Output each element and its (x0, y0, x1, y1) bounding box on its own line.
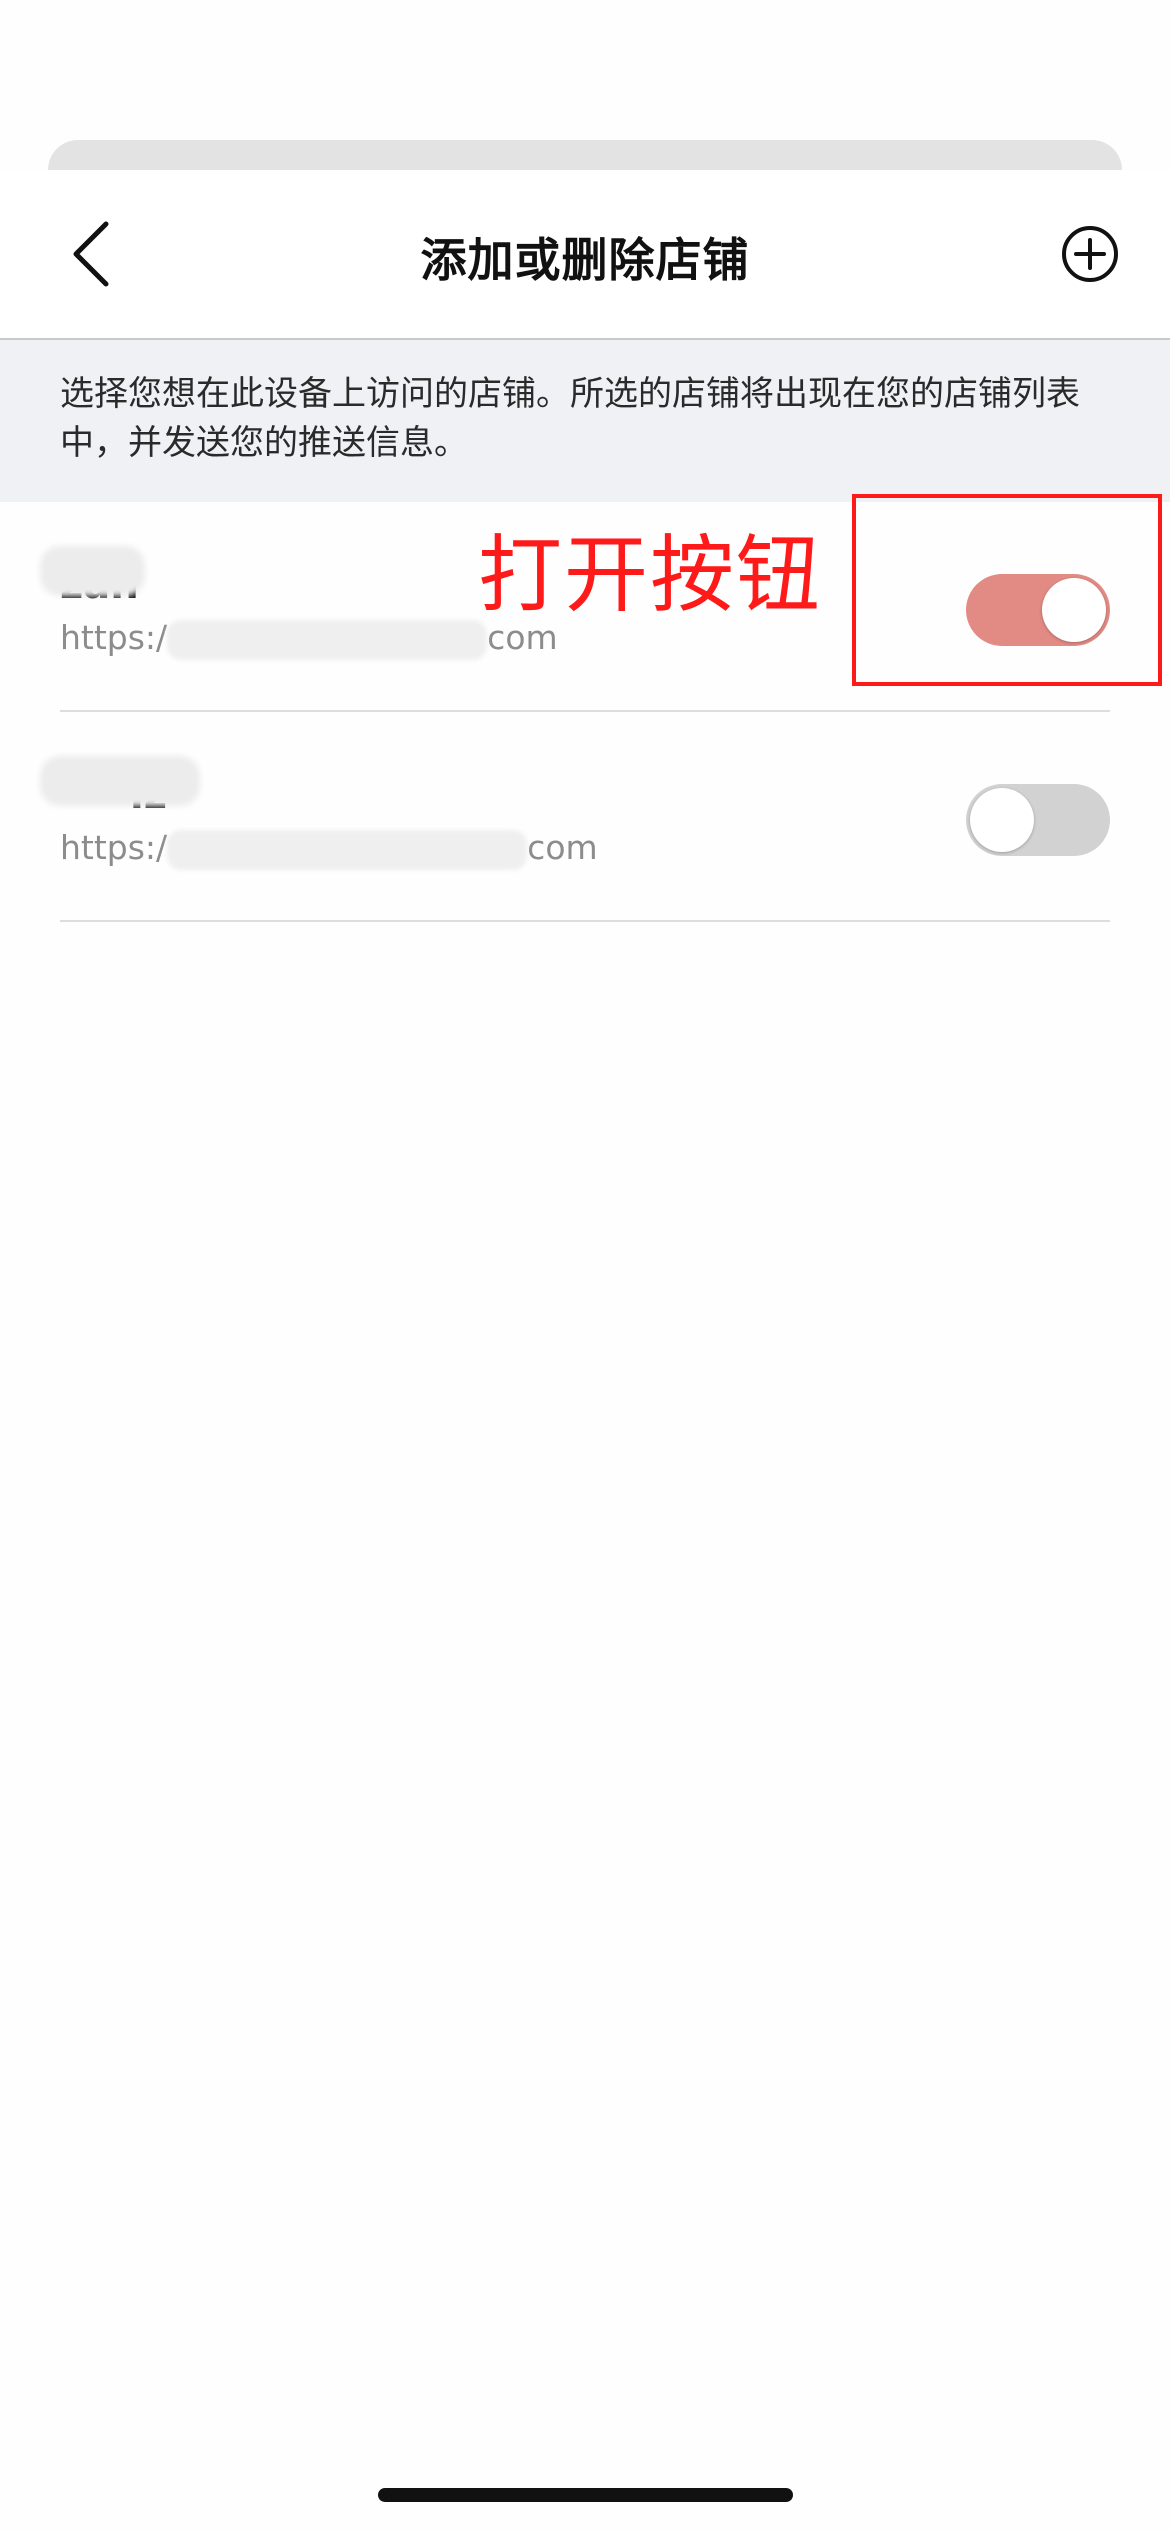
store-row: iz https:/com (0, 714, 1170, 922)
add-store-button[interactable] (1060, 224, 1120, 284)
redacted-url-blur (167, 619, 488, 660)
redacted-url-blur (167, 829, 528, 870)
store-url-prefix: https:/ (60, 618, 168, 657)
page-title: 添加或删除店铺 (420, 233, 750, 287)
info-text: 选择您想在此设备上访问的店铺。所选的店铺将出现在您的店铺列表中，并发送您的推送信… (60, 374, 1080, 463)
divider (60, 920, 1110, 922)
store-row: zan https:/com (0, 504, 1170, 712)
store-url-suffix: com (527, 828, 598, 867)
toggle-knob (970, 788, 1034, 852)
redacted-name-blur (40, 546, 145, 596)
screen: 添加或删除店铺 选择您想在此设备上访问的店铺。所选的店铺将出现在您的店铺列表中，… (0, 0, 1170, 2532)
sheet-grabber (48, 140, 1122, 172)
store-url: https:/ com (60, 828, 598, 870)
store-url: https:/ com (60, 618, 558, 660)
store-url-prefix: https:/ (60, 828, 168, 867)
plus-circle-icon (1062, 226, 1118, 282)
header: 添加或删除店铺 (0, 170, 1170, 340)
toggle-knob (1042, 578, 1106, 642)
home-indicator[interactable] (378, 2488, 793, 2502)
store-toggle-on[interactable] (966, 574, 1110, 646)
store-url-suffix: com (487, 618, 558, 657)
store-toggle-off[interactable] (966, 784, 1110, 856)
redacted-name-blur (40, 756, 200, 806)
info-banner: 选择您想在此设备上访问的店铺。所选的店铺将出现在您的店铺列表中，并发送您的推送信… (0, 340, 1170, 502)
divider (60, 710, 1110, 712)
